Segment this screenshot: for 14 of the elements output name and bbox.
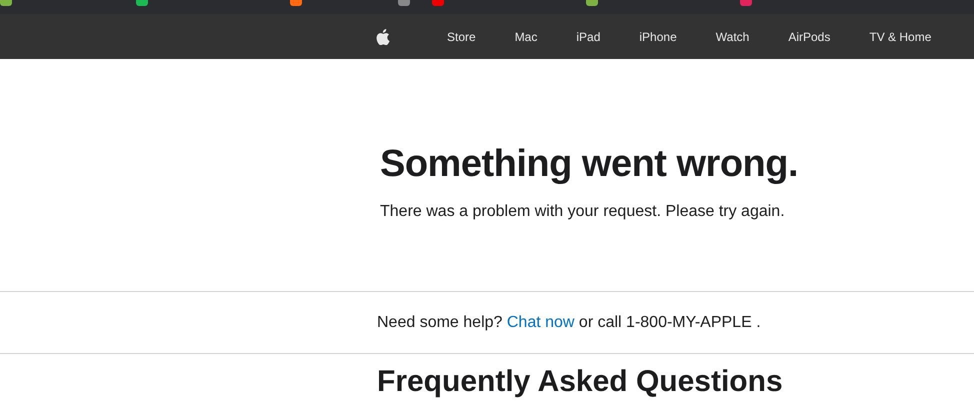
nav-link[interactable]: iPad — [561, 30, 616, 44]
nav-link[interactable]: Store — [432, 30, 491, 44]
chat-link[interactable]: Chat now — [506, 314, 574, 332]
faq-heading: Frequently Asked Questions — [377, 364, 784, 400]
help-text: Need some help? — [377, 314, 502, 332]
call-text: or call 1-800-MY-APPLE . — [578, 314, 761, 332]
nav-link[interactable]: Mac — [500, 30, 552, 44]
apple-logo-icon[interactable] — [376, 28, 390, 44]
nav-link[interactable]: TV & Home — [854, 30, 946, 44]
error-title: Something went wrong. — [380, 142, 800, 187]
error-message: There was a problem with your request. Please try again. — [380, 203, 786, 221]
nav-link[interactable]: AirPods — [773, 30, 846, 44]
nav-link[interactable]: iPhone — [624, 30, 692, 44]
nav-link[interactable]: Watch — [700, 30, 764, 44]
